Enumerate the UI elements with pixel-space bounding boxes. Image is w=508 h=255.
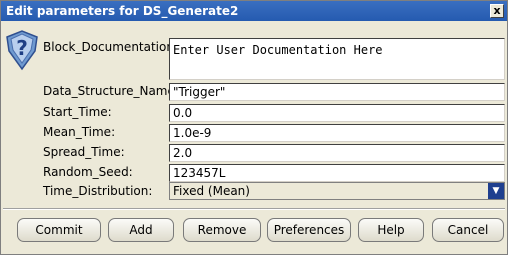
time-distribution-select[interactable]: Fixed (Mean) ▼ [169, 182, 505, 200]
commit-button[interactable]: Commit [17, 218, 101, 242]
help-question-icon: ? [6, 30, 38, 71]
time-distribution-label: Time_Distribution: [43, 184, 153, 198]
block-documentation-field[interactable]: Enter User Documentation Here [169, 38, 505, 80]
chevron-down-icon[interactable]: ▼ [488, 183, 504, 199]
mean-time-field[interactable]: 1.0e-9 [169, 124, 505, 142]
window-title: Edit parameters for DS_Generate2 [6, 4, 239, 18]
random-seed-label: Random_Seed: [43, 165, 133, 179]
edit-parameters-dialog: Edit parameters for DS_Generate2 x ? Blo… [0, 0, 508, 255]
close-icon: x [493, 4, 501, 17]
remove-button[interactable]: Remove [183, 218, 261, 242]
cancel-button[interactable]: Cancel [432, 218, 504, 242]
svg-text:?: ? [16, 36, 28, 60]
start-time-label: Start_Time: [43, 105, 112, 119]
block-documentation-label: Block_Documentation: [43, 40, 179, 54]
button-separator [3, 208, 505, 210]
start-time-field[interactable]: 0.0 [169, 104, 505, 122]
random-seed-field[interactable]: 123457L [169, 164, 505, 182]
spread-time-field[interactable]: 2.0 [169, 144, 505, 162]
preferences-button[interactable]: Preferences [267, 218, 351, 242]
add-button[interactable]: Add [108, 218, 174, 242]
mean-time-label: Mean_Time: [43, 125, 116, 139]
title-bar: Edit parameters for DS_Generate2 x [1, 1, 507, 21]
data-structure-name-field[interactable]: "Trigger" [169, 83, 505, 101]
time-distribution-value: Fixed (Mean) [173, 184, 250, 198]
spread-time-label: Spread_Time: [43, 145, 125, 159]
help-button[interactable]: Help [358, 218, 424, 242]
data-structure-name-label: Data_Structure_Name [43, 84, 175, 98]
close-button[interactable]: x [490, 4, 504, 18]
